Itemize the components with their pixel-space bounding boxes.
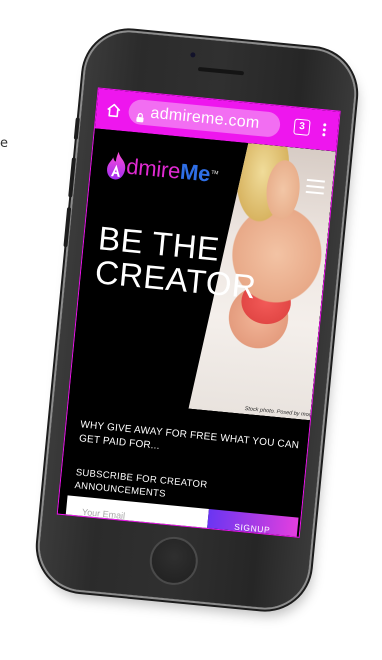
brand-name-part2: Me <box>179 158 212 187</box>
home-icon[interactable] <box>104 100 124 120</box>
lock-icon <box>136 107 145 122</box>
phone-screen: admireme.com 3 Stock photo. Posed by mod… <box>56 87 341 538</box>
url-text: admireme.com <box>149 104 261 132</box>
tagline-text: WHY GIVE AWAY FOR FREE WHAT YOU CAN GET … <box>78 419 300 452</box>
phone-mute-switch <box>73 117 80 140</box>
hamburger-menu-icon[interactable] <box>305 178 325 195</box>
hero-headline: BE THE CREATOR <box>93 219 262 305</box>
phone-volume-down <box>63 207 72 248</box>
flame-logo-icon <box>104 150 131 182</box>
phone-volume-up <box>68 157 77 198</box>
tab-switcher-button[interactable]: 3 <box>293 118 311 136</box>
cropped-text-fragment: e <box>0 136 8 151</box>
page: e admireme.com 3 Stock photo. Posed by m… <box>0 0 382 660</box>
phone-device: admireme.com 3 Stock photo. Posed by mod… <box>35 28 359 612</box>
hero-section: Stock photo. Posed by model. dmireMeTM B… <box>57 128 336 538</box>
brand-wordmark: dmireMeTM <box>125 154 219 189</box>
brand-name-part1: dmire <box>125 153 182 184</box>
trademark-symbol: TM <box>211 169 219 177</box>
overflow-menu-icon[interactable] <box>319 121 329 140</box>
front-camera <box>190 52 196 58</box>
address-bar[interactable]: admireme.com <box>127 98 282 139</box>
phone-home-button <box>147 534 200 588</box>
signup-button[interactable]: SIGNUP <box>206 509 299 538</box>
brand-logo[interactable]: dmireMeTM <box>104 150 219 191</box>
earpiece-speaker <box>197 66 245 76</box>
